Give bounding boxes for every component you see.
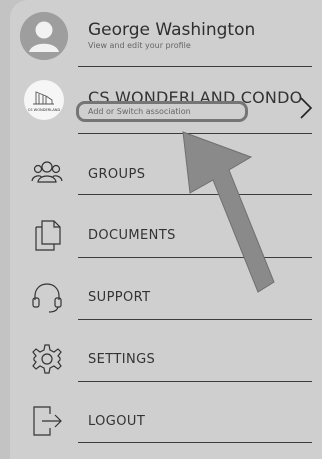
annotation-arrow xyxy=(182,131,275,293)
